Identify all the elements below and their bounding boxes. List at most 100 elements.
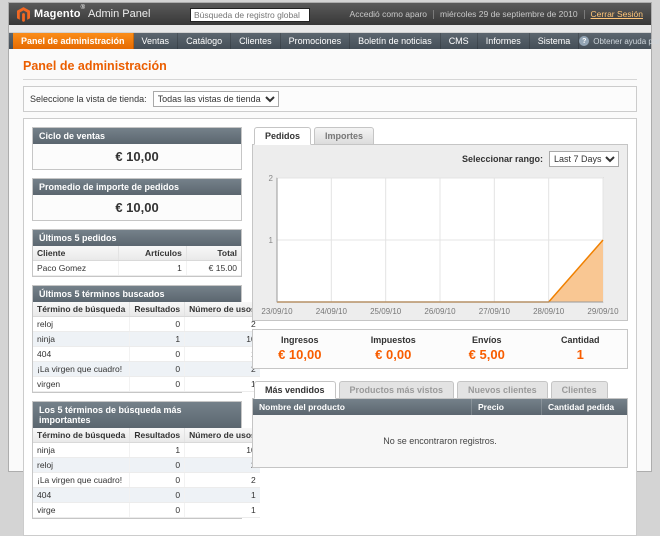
range-select[interactable]: Last 7 Days bbox=[549, 151, 619, 167]
nav-item-promociones[interactable]: Promociones bbox=[281, 33, 351, 49]
row-value-cell: 1 bbox=[130, 332, 185, 347]
tab-clientes[interactable]: Clientes bbox=[551, 381, 608, 399]
stat-cantidad: Cantidad 1 bbox=[534, 335, 628, 362]
row-label-cell: 404 bbox=[33, 347, 130, 362]
dashboard-tabs: PedidosImportes bbox=[252, 127, 628, 145]
logo-text: Magento®Admin Panel bbox=[34, 8, 150, 20]
card-title: Ciclo de ventas bbox=[33, 128, 241, 144]
column-header: Resultados bbox=[130, 428, 185, 443]
grid-column-header: Precio bbox=[472, 399, 542, 415]
table-row[interactable]: virge01 bbox=[33, 503, 260, 518]
magento-logo: Magento®Admin Panel bbox=[17, 7, 150, 22]
divider bbox=[433, 10, 434, 19]
dashboard-main: PedidosImportes Seleccionar rango: Last … bbox=[252, 127, 628, 527]
top-header: Magento®Admin Panel Accedió como aparo m… bbox=[9, 3, 651, 25]
lifetime-sales-value: € 10,00 bbox=[33, 144, 241, 169]
stats-row: Ingresos€ 10,00Impuestos€ 0,00Envíos€ 5,… bbox=[252, 329, 628, 369]
logo-word: Magento bbox=[34, 8, 81, 20]
svg-text:29/09/10: 29/09/10 bbox=[587, 307, 619, 316]
help-label: Obtener ayuda para esta página bbox=[593, 37, 660, 46]
magento-logo-icon bbox=[17, 7, 30, 22]
table-row[interactable]: ¡La virgen que cuadro!02 bbox=[33, 473, 260, 488]
svg-text:25/09/10: 25/09/10 bbox=[370, 307, 402, 316]
nav-item-sistema[interactable]: Sistema bbox=[530, 33, 580, 49]
title-divider bbox=[23, 79, 637, 80]
nav-item-catalogo[interactable]: Catálogo bbox=[178, 33, 231, 49]
table-row[interactable]: ninja110 bbox=[33, 332, 260, 347]
tab-importes[interactable]: Importes bbox=[314, 127, 374, 145]
help-link[interactable]: ? Obtener ayuda para esta página bbox=[579, 33, 660, 49]
row-label-cell: reloj bbox=[33, 317, 130, 332]
logo-suffix: Admin Panel bbox=[88, 8, 150, 20]
logout-link[interactable]: Cerrar Sesión bbox=[591, 9, 643, 19]
card-title: Últimos 5 términos buscados bbox=[33, 286, 241, 302]
row-value-cell: 1 bbox=[118, 261, 186, 276]
row-value-cell: 0 bbox=[130, 362, 185, 377]
row-value-cell: 1 bbox=[185, 347, 260, 362]
stat-label: Cantidad bbox=[534, 335, 628, 345]
stat-envios: Envíos€ 5,00 bbox=[440, 335, 534, 362]
last-search-terms-card: Últimos 5 términos buscados Término de b… bbox=[32, 285, 242, 393]
row-value-cell: 2 bbox=[185, 473, 260, 488]
nav-item-panel-de-administracion[interactable]: Panel de administración bbox=[13, 33, 134, 49]
nav-item-ventas[interactable]: Ventas bbox=[134, 33, 179, 49]
nav-item-boletin-de-noticias[interactable]: Boletín de noticias bbox=[350, 33, 441, 49]
header-user-area: Accedió como aparo miércoles 29 de septi… bbox=[350, 9, 643, 19]
last-orders-table: ClienteArtículosTotalPaco Gomez1€ 15.00 bbox=[33, 246, 241, 276]
table-row[interactable]: reloj02 bbox=[33, 317, 260, 332]
data-table: Término de búsquedaResultadosNúmero de u… bbox=[33, 428, 260, 518]
nav-item-clientes[interactable]: Clientes bbox=[231, 33, 281, 49]
tab-nuevos-clientes[interactable]: Nuevos clientes bbox=[457, 381, 548, 399]
tab-productos-mas-vistos[interactable]: Productos más vistos bbox=[339, 381, 455, 399]
row-value-cell: 10 bbox=[185, 443, 260, 458]
row-value-cell: 0 bbox=[130, 347, 185, 362]
stat-value: € 10,00 bbox=[253, 347, 347, 362]
orders-chart: 1223/09/1024/09/1025/09/1026/09/1027/09/… bbox=[261, 172, 619, 318]
store-view-switcher: Seleccione la vista de tienda: Todas las… bbox=[23, 86, 637, 112]
products-grid-empty: No se encontraron registros. bbox=[253, 415, 627, 467]
data-table: Término de búsquedaResultadosNúmero de u… bbox=[33, 302, 260, 392]
global-search bbox=[190, 5, 310, 23]
column-header: Cliente bbox=[33, 246, 118, 261]
table-row[interactable]: ¡La virgen que cuadro!02 bbox=[33, 362, 260, 377]
svg-text:1: 1 bbox=[269, 236, 274, 245]
top-search-table: Término de búsquedaResultadosNúmero de u… bbox=[33, 428, 241, 518]
column-header: Número de usos bbox=[185, 302, 260, 317]
stat-label: Ingresos bbox=[253, 335, 347, 345]
stat-value: € 5,00 bbox=[440, 347, 534, 362]
page-content: Panel de administración Seleccione la vi… bbox=[9, 49, 651, 536]
row-label-cell: ninja bbox=[33, 332, 130, 347]
row-label-cell: Paco Gomez bbox=[33, 261, 118, 276]
tab-mas-vendidos[interactable]: Más vendidos bbox=[254, 381, 336, 399]
row-label-cell: ¡La virgen que cuadro! bbox=[33, 362, 130, 377]
stat-ingresos: Ingresos € 10,00 bbox=[253, 335, 347, 362]
stat-value: 1 bbox=[534, 347, 628, 362]
store-view-select[interactable]: Todas las vistas de tienda bbox=[153, 91, 279, 107]
nav-item-informes[interactable]: Informes bbox=[478, 33, 530, 49]
global-search-input[interactable] bbox=[190, 8, 310, 22]
products-grid-head: Nombre del productoPrecioCantidad pedida bbox=[253, 399, 627, 415]
registered-mark: ® bbox=[81, 5, 85, 11]
range-row: Seleccionar rango: Last 7 Days bbox=[261, 151, 619, 172]
row-value-cell: € 15.00 bbox=[186, 261, 241, 276]
table-row[interactable]: ninja110 bbox=[33, 443, 260, 458]
row-value-cell: 1 bbox=[185, 377, 260, 392]
dashboard-panel: Ciclo de ventas € 10,00 Promedio de impo… bbox=[23, 118, 637, 536]
svg-text:2: 2 bbox=[269, 174, 274, 183]
card-title: Los 5 términos de búsqueda más important… bbox=[33, 402, 241, 428]
tab-pedidos[interactable]: Pedidos bbox=[254, 127, 311, 145]
table-row[interactable]: Paco Gomez1€ 15.00 bbox=[33, 261, 241, 276]
row-value-cell: 2 bbox=[185, 458, 260, 473]
store-view-label: Seleccione la vista de tienda: bbox=[30, 94, 147, 104]
table-row[interactable]: virgen01 bbox=[33, 377, 260, 392]
stat-label: Impuestos bbox=[347, 335, 441, 345]
svg-text:26/09/10: 26/09/10 bbox=[424, 307, 456, 316]
row-value-cell: 1 bbox=[130, 443, 185, 458]
table-row[interactable]: 40401 bbox=[33, 347, 260, 362]
nav-item-cms[interactable]: CMS bbox=[441, 33, 478, 49]
range-label: Seleccionar rango: bbox=[462, 154, 543, 164]
row-value-cell: 0 bbox=[130, 377, 185, 392]
table-row[interactable]: 40401 bbox=[33, 488, 260, 503]
column-header: Artículos bbox=[118, 246, 186, 261]
table-row[interactable]: reloj02 bbox=[33, 458, 260, 473]
